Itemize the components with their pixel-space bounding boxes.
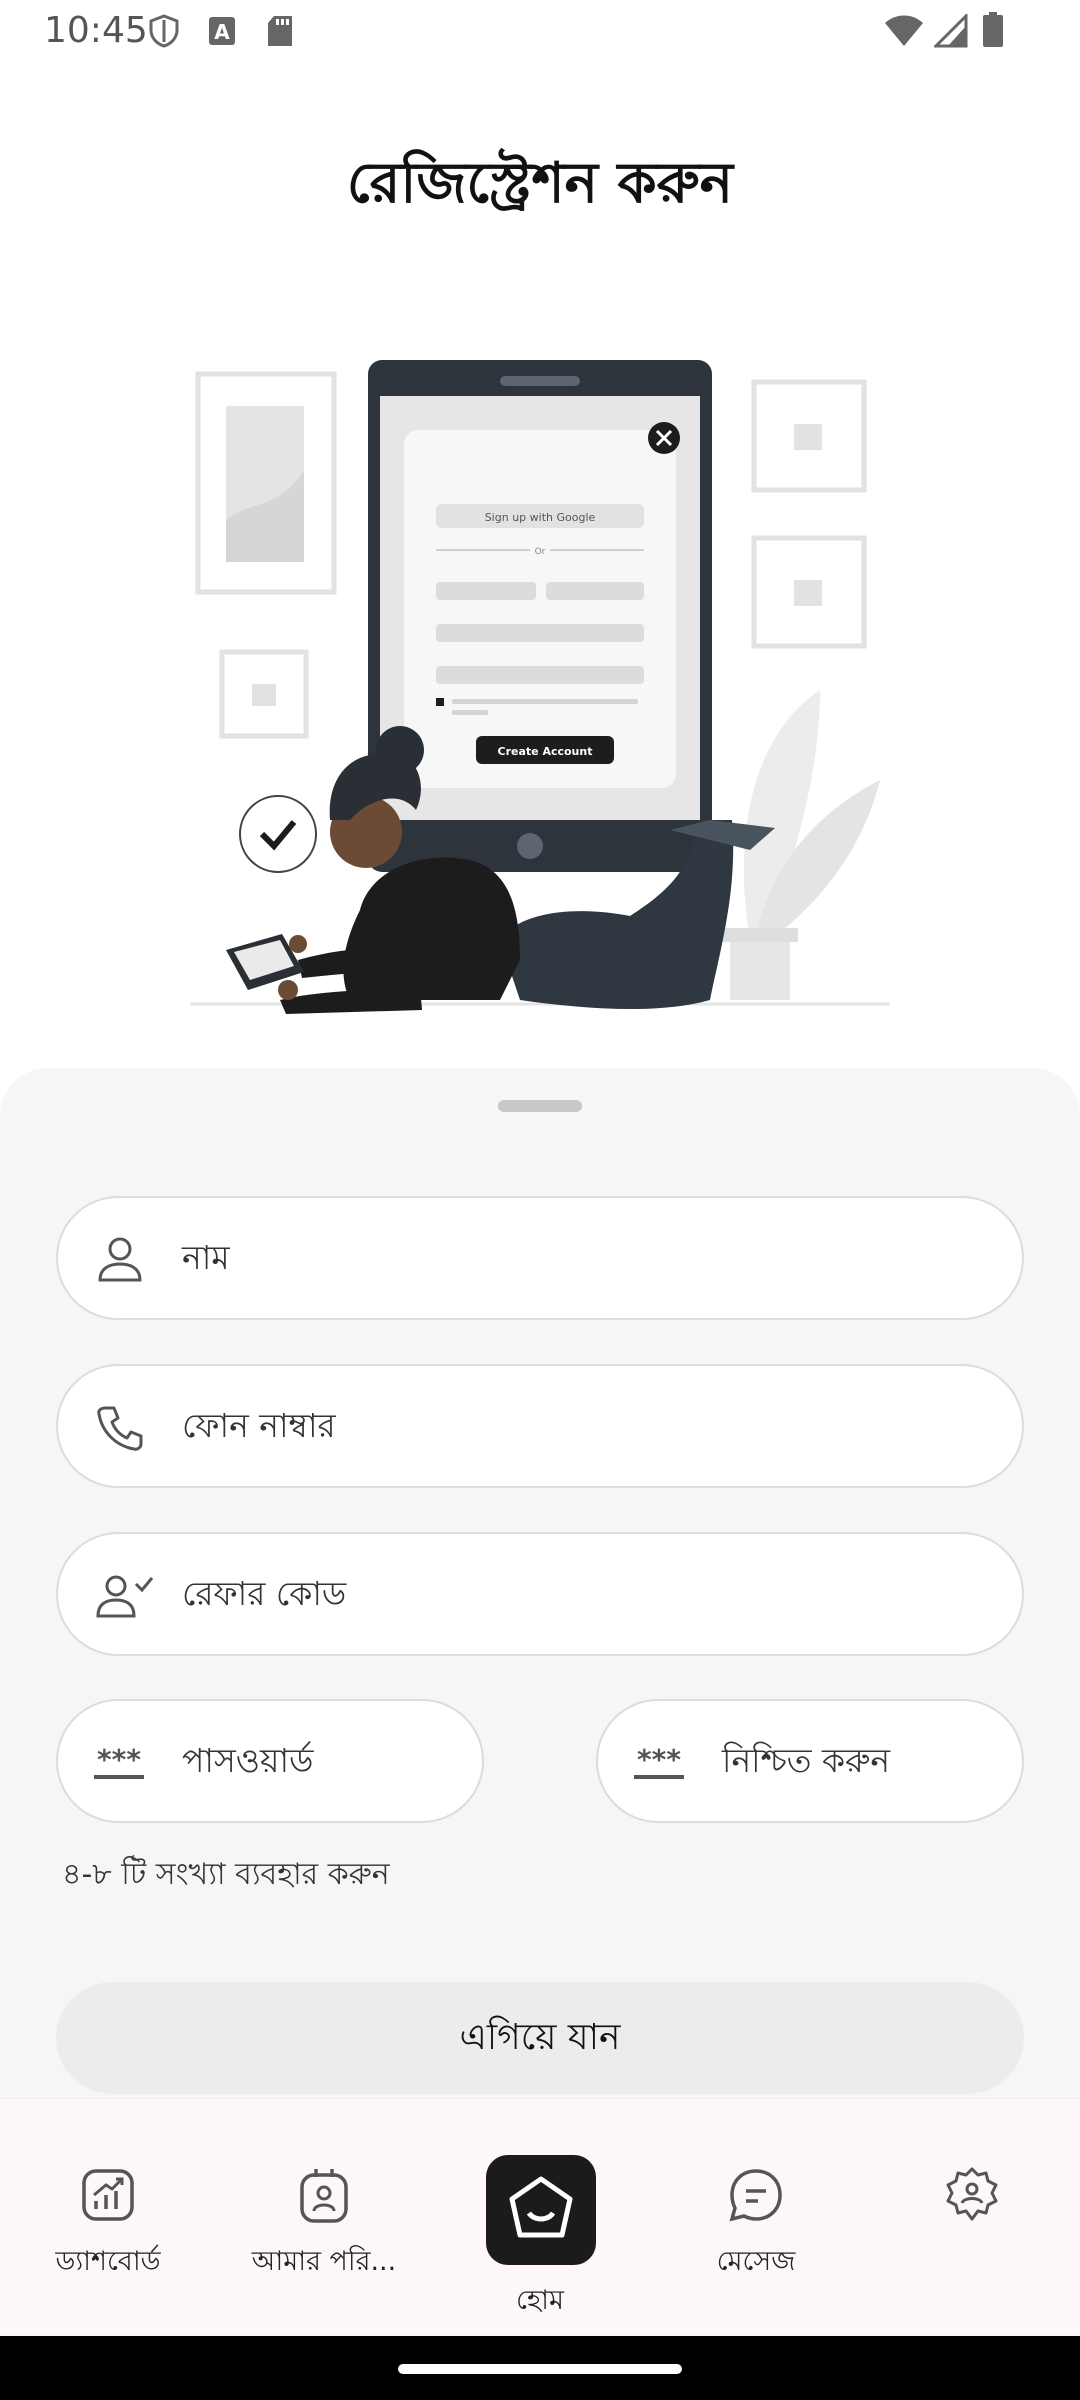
person-check-icon	[96, 1575, 154, 1618]
sd-card-status-icon	[268, 16, 292, 46]
nav-item-my-profile[interactable]: আমার পরি...	[216, 2099, 432, 2335]
nav-label-message: মেসেজ	[716, 2246, 796, 2277]
password-placeholder: পাসওয়ার্ড	[182, 1741, 314, 1780]
svg-text:***: ***	[97, 1743, 141, 1776]
nav-label-dashboard: ড্যাশবোর্ড	[55, 2246, 161, 2277]
phone-placeholder: ফোন নাম্বার	[182, 1406, 336, 1445]
nav-item-home[interactable]	[486, 2155, 596, 2265]
gesture-handle[interactable]	[398, 2364, 682, 2374]
create-account-label: Create Account	[498, 745, 593, 758]
svg-text:A: A	[214, 20, 230, 44]
page-title: রেজিস্ট্রেশন করুন	[346, 151, 734, 216]
font-a-status-icon: A	[209, 17, 235, 45]
signup-illustration: Sign up with Google Or Create Account	[190, 360, 890, 1014]
status-bar: 10:45 A	[0, 0, 1080, 62]
password-asterisk-icon: ***	[94, 1743, 144, 1779]
home-icon	[509, 2176, 573, 2238]
person-icon	[98, 1237, 142, 1282]
name-placeholder: নাম	[182, 1238, 230, 1277]
sheet-drag-handle[interactable]	[498, 1100, 582, 1112]
name-field[interactable]: নাম	[56, 1196, 1024, 1320]
google-signup-label: Sign up with Google	[485, 511, 596, 524]
id-badge-icon	[300, 2169, 348, 2223]
wifi-icon	[885, 15, 923, 46]
nav-item-dashboard[interactable]: ড্যাশবোর্ড	[0, 2099, 216, 2335]
nav-item-settings[interactable]	[864, 2099, 1080, 2335]
confirm-password-placeholder: নিশ্চিত করুন	[722, 1741, 891, 1780]
svg-text:***: ***	[637, 1743, 681, 1776]
nav-label-home: হোম	[516, 2285, 564, 2316]
settings-gear-icon	[946, 2167, 998, 2221]
message-icon	[729, 2169, 782, 2222]
phone-icon	[97, 1406, 143, 1451]
confirm-asterisk-icon: ***	[634, 1743, 684, 1779]
or-label: Or	[535, 547, 546, 557]
continue-button[interactable]: এগিয়ে যান	[56, 1982, 1024, 2094]
nav-item-message[interactable]: মেসেজ	[648, 2099, 864, 2335]
registration-screen: 10:45 A রেজিস্ট্রেশন করুন Sign up with G…	[0, 0, 1080, 2400]
dashboard-chart-icon	[82, 2169, 134, 2221]
password-hint: ৪-৮ টি সংখ্যা ব্যবহার করুন	[62, 1857, 390, 1892]
password-field[interactable]: *** পাসওয়ার্ড	[56, 1699, 484, 1823]
cellular-signal-icon	[934, 14, 968, 48]
nav-label-my-profile: আমার পরি...	[251, 2246, 397, 2277]
status-time: 10:45	[44, 10, 148, 51]
phone-field[interactable]: ফোন নাম্বার	[56, 1364, 1024, 1488]
confirm-password-field[interactable]: *** নিশ্চিত করুন	[596, 1699, 1024, 1823]
refer-code-field[interactable]: রেফার কোড	[56, 1532, 1024, 1656]
battery-icon	[983, 12, 1003, 47]
shield-status-icon	[149, 14, 179, 48]
refer-code-placeholder: রেফার কোড	[182, 1574, 347, 1613]
